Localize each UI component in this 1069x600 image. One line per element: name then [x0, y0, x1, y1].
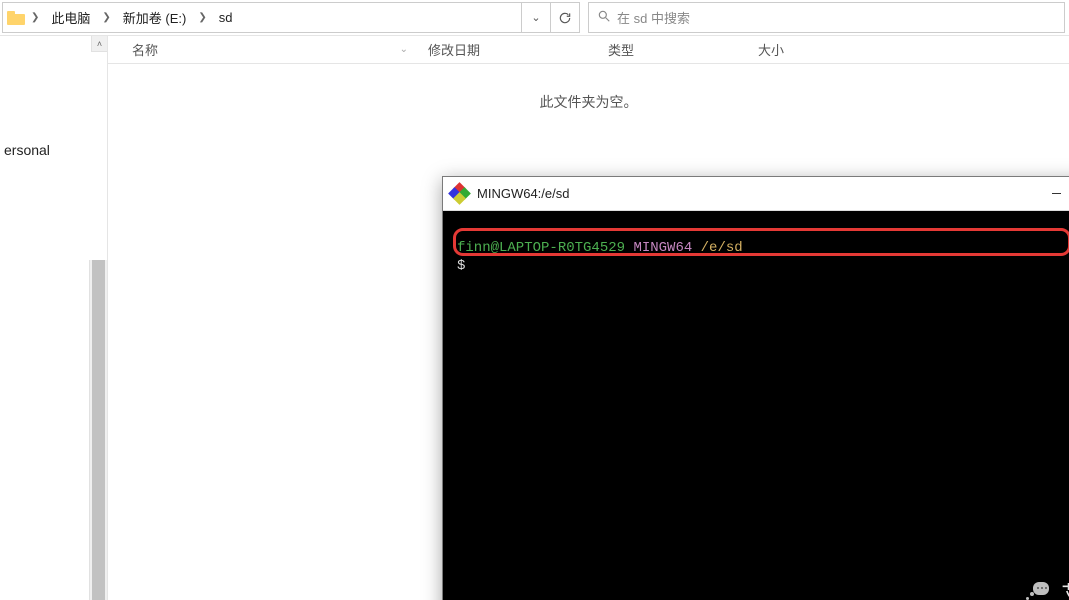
column-header-row: 名称 ⌄ 修改日期 ⌄ 类型 ⌄ 大小 ⌄	[108, 36, 1069, 64]
main-area: ˄ ersonal 名称 ⌄ 修改日期 ⌄ 类型 ⌄ 大小 ⌄ 此	[0, 36, 1069, 600]
chevron-right-icon[interactable]: ❯	[25, 12, 45, 23]
file-list-area: 名称 ⌄ 修改日期 ⌄ 类型 ⌄ 大小 ⌄ 此文件夹为空。 M	[108, 36, 1069, 600]
column-label: 修改日期	[428, 40, 480, 59]
terminal-window[interactable]: MINGW64:/e/sd finn@L	[442, 176, 1069, 600]
chevron-down-icon: ⌄	[531, 11, 540, 24]
search-field[interactable]: 在 sd 中搜索	[588, 2, 1065, 33]
nav-item-personal[interactable]: ersonal	[4, 142, 50, 158]
terminal-titlebar[interactable]: MINGW64:/e/sd	[443, 177, 1069, 211]
window-controls	[1033, 177, 1069, 211]
refresh-button[interactable]	[550, 2, 580, 33]
breadcrumb-drive-e[interactable]: 新加卷 (E:)	[117, 4, 193, 31]
prompt-symbol: $	[443, 257, 1069, 275]
prompt-line: finn@LAPTOP-R0TG4529 MINGW64 /e/sd	[443, 239, 1069, 257]
chevron-right-icon[interactable]: ❯	[96, 12, 116, 23]
column-label: 名称	[132, 40, 158, 59]
search-icon	[597, 9, 611, 26]
address-dropdown-button[interactable]: ⌄	[521, 2, 551, 33]
minimize-icon	[1051, 188, 1062, 199]
breadcrumb-this-pc[interactable]: 此电脑	[45, 4, 96, 31]
prompt-shell: MINGW64	[633, 240, 692, 256]
terminal-output[interactable]: finn@LAPTOP-R0TG4529 MINGW64 /e/sd $	[443, 211, 1069, 600]
column-header-type[interactable]: 类型 ⌄	[598, 40, 748, 59]
chevron-right-icon[interactable]: ❯	[192, 12, 212, 23]
breadcrumb-bar[interactable]: ❯ 此电脑 ❯ 新加卷 (E:) ❯ sd	[2, 2, 522, 33]
column-label: 大小	[758, 40, 784, 59]
chevron-up-icon: ˄	[97, 39, 102, 49]
terminal-body[interactable]: finn@LAPTOP-R0TG4529 MINGW64 /e/sd $ ▲ ▼	[443, 211, 1069, 600]
sort-indicator-icon: ⌄	[400, 44, 408, 55]
refresh-icon	[558, 11, 572, 25]
nav-scrollbar-thumb[interactable]	[92, 260, 105, 600]
column-label: 类型	[608, 40, 634, 59]
column-header-date[interactable]: 修改日期 ⌄	[418, 40, 598, 59]
minimize-button[interactable]	[1033, 177, 1069, 211]
folder-icon	[7, 9, 25, 27]
mingw-icon	[451, 185, 469, 203]
empty-folder-message: 此文件夹为空。	[108, 64, 1069, 112]
nav-scrollbar[interactable]	[89, 260, 107, 600]
search-placeholder: 在 sd 中搜索	[617, 8, 690, 27]
address-bar-row: ❯ 此电脑 ❯ 新加卷 (E:) ❯ sd ⌄ 在 sd 中搜索	[0, 0, 1069, 36]
breadcrumb-sd[interactable]: sd	[213, 6, 239, 29]
nav-scroll-up-button[interactable]: ˄	[91, 36, 107, 52]
column-header-name[interactable]: 名称 ⌄	[108, 40, 418, 59]
column-header-size[interactable]: 大小 ⌄	[748, 40, 868, 59]
prompt-user-host: finn@LAPTOP-R0TG4529	[457, 240, 625, 256]
terminal-title-text: MINGW64:/e/sd	[477, 186, 569, 201]
navigation-pane[interactable]: ˄ ersonal	[0, 36, 108, 600]
prompt-path: /e/sd	[701, 240, 743, 256]
